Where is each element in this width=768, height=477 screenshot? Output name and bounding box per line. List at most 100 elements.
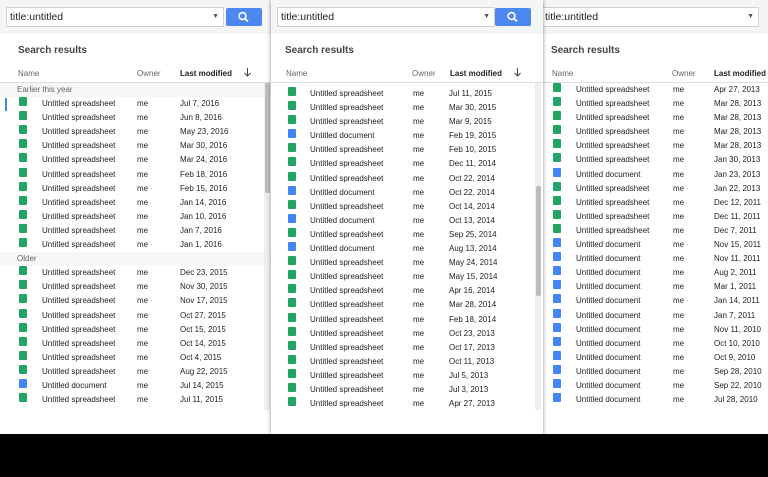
list-item[interactable]: Untitled document me Jul 14, 2015	[0, 378, 271, 393]
list-item[interactable]: Untitled document me Jan 7, 2011	[541, 308, 768, 323]
list-item[interactable]: Untitled spreadsheet me Mar 28, 2014	[271, 298, 543, 312]
search-input[interactable]: title:untitled ▼	[6, 7, 224, 27]
list-item[interactable]: Untitled spreadsheet me Oct 15, 2015	[0, 322, 271, 337]
list-item[interactable]: Untitled spreadsheet me Dec 11, 2014	[271, 157, 543, 171]
list-item[interactable]: Untitled spreadsheet me Apr 16, 2014	[271, 284, 543, 298]
list-item[interactable]: Untitled spreadsheet me Feb 10, 2015	[271, 143, 543, 157]
list-item[interactable]: Untitled spreadsheet me Mar 28, 2013	[541, 125, 768, 139]
list-item[interactable]: Untitled spreadsheet me Apr 27, 2013	[541, 83, 768, 97]
list-item[interactable]: Untitled document me Sep 28, 2010	[541, 364, 768, 379]
list-item[interactable]: Untitled spreadsheet me Jan 14, 2016	[0, 195, 271, 210]
list-item[interactable]: Untitled document me Jul 28, 2010	[541, 393, 768, 407]
list-item[interactable]: Untitled spreadsheet me Mar 28, 2013	[541, 139, 768, 153]
list-item[interactable]: Untitled spreadsheet me May 15, 2014	[271, 270, 543, 284]
file-modified-date: Dec 12, 2011	[714, 197, 761, 207]
sort-arrow-down-icon[interactable]	[513, 67, 522, 77]
list-item[interactable]: Untitled spreadsheet me Jul 11, 2015	[0, 393, 271, 407]
list-item[interactable]: Untitled document me Nov 11, 2011	[541, 252, 768, 266]
list-item[interactable]: Untitled spreadsheet me Feb 15, 2016	[0, 181, 271, 196]
list-item[interactable]: Untitled spreadsheet me Jun 8, 2016	[0, 111, 271, 125]
list-item[interactable]: Untitled spreadsheet me Oct 14, 2014	[271, 199, 543, 214]
list-item[interactable]: Untitled spreadsheet me Dec 23, 2015	[0, 266, 271, 280]
list-item[interactable]: Untitled spreadsheet me Mar 30, 2015	[271, 101, 543, 115]
list-item[interactable]: Untitled spreadsheet me Oct 14, 2015	[0, 336, 271, 351]
list-item[interactable]: Untitled spreadsheet me Dec 7, 2011	[541, 223, 768, 238]
dropdown-arrow-icon[interactable]: ▼	[747, 8, 754, 26]
column-owner-header[interactable]: Owner	[672, 69, 696, 78]
list-item[interactable]: Untitled spreadsheet me Dec 12, 2011	[541, 195, 768, 210]
list-item[interactable]: Untitled document me Nov 11, 2010	[541, 322, 768, 337]
file-owner: me	[413, 384, 425, 394]
list-item[interactable]: Untitled spreadsheet me Mar 30, 2016	[0, 139, 271, 153]
search-button[interactable]	[495, 8, 531, 26]
list-item[interactable]: Untitled spreadsheet me Oct 4, 2015	[0, 350, 271, 365]
list-item[interactable]: Untitled spreadsheet me Jul 5, 2013	[271, 368, 543, 383]
list-item[interactable]: Untitled spreadsheet me May 23, 2016	[0, 125, 271, 139]
list-item[interactable]: Untitled spreadsheet me May 24, 2014	[271, 256, 543, 270]
list-item[interactable]: Untitled spreadsheet me Mar 28, 2013	[541, 111, 768, 125]
search-button[interactable]	[226, 8, 262, 26]
dropdown-arrow-icon[interactable]: ▼	[212, 8, 219, 26]
list-item[interactable]: Untitled spreadsheet me Feb 18, 2014	[271, 312, 543, 327]
list-item[interactable]: Untitled document me Oct 22, 2014	[271, 185, 543, 200]
list-item[interactable]: Untitled spreadsheet me Jul 7, 2016	[0, 97, 271, 112]
sort-arrow-down-icon[interactable]	[243, 67, 252, 77]
list-item[interactable]: Untitled spreadsheet me Jul 11, 2015	[271, 87, 543, 101]
column-modified-header[interactable]: Last modified	[714, 69, 766, 78]
column-owner-header[interactable]: Owner	[412, 69, 436, 78]
file-name: Untitled spreadsheet	[42, 211, 116, 221]
scrollbar[interactable]	[265, 83, 270, 193]
list-item[interactable]: Untitled document me Aug 2, 2011	[541, 266, 768, 280]
list-item[interactable]: Untitled spreadsheet me Mar 9, 2015	[271, 115, 543, 129]
list-item[interactable]: Untitled document me Oct 9, 2010	[541, 350, 768, 365]
list-item[interactable]: Untitled spreadsheet me Oct 17, 2013	[271, 340, 543, 355]
list-item[interactable]: Untitled spreadsheet me Apr 27, 2013	[271, 397, 543, 411]
list-item[interactable]: Untitled document me Aug 13, 2014	[271, 242, 543, 256]
list-item[interactable]: Untitled document me Sep 22, 2010	[541, 378, 768, 393]
list-item[interactable]: Untitled document me Nov 15, 2011	[541, 238, 768, 252]
list-item[interactable]: Untitled spreadsheet me Feb 18, 2016	[0, 167, 271, 182]
list-item[interactable]: Untitled spreadsheet me Dec 11, 2011	[541, 209, 768, 224]
list-item[interactable]: Untitled spreadsheet me Nov 17, 2015	[0, 294, 271, 308]
file-owner: me	[413, 117, 425, 127]
column-name-header[interactable]: Name	[18, 69, 39, 78]
list-item[interactable]: Untitled document me Jan 14, 2011	[541, 294, 768, 308]
list-item[interactable]: Untitled document me Oct 13, 2014	[271, 213, 543, 228]
column-name-header[interactable]: Name	[286, 69, 307, 78]
document-icon	[553, 322, 561, 332]
file-modified-date: Jul 28, 2010	[714, 395, 758, 405]
file-name: Untitled spreadsheet	[310, 117, 384, 127]
list-item[interactable]: Untitled spreadsheet me Oct 22, 2014	[271, 171, 543, 186]
list-item[interactable]: Untitled spreadsheet me Oct 23, 2013	[271, 326, 543, 341]
list-item[interactable]: Untitled spreadsheet me Aug 22, 2015	[0, 364, 271, 379]
list-item[interactable]: Untitled document me Jan 23, 2013	[541, 167, 768, 182]
list-item[interactable]: Untitled spreadsheet me Jan 22, 2013	[541, 181, 768, 196]
list-item[interactable]: Untitled spreadsheet me Mar 28, 2013	[541, 97, 768, 111]
list-item[interactable]: Untitled spreadsheet me Jan 10, 2016	[0, 209, 271, 224]
search-input[interactable]: title:untitled ▼	[277, 7, 495, 27]
list-item[interactable]: Untitled spreadsheet me Jul 3, 2013	[271, 382, 543, 397]
file-owner: me	[137, 155, 149, 165]
list-item[interactable]: Untitled spreadsheet me Oct 27, 2015	[0, 308, 271, 323]
list-item[interactable]: Untitled spreadsheet me Jan 30, 2013	[541, 153, 768, 167]
search-bar: title:untitled ▼	[541, 0, 768, 34]
list-item[interactable]: Untitled spreadsheet me Sep 25, 2014	[271, 227, 543, 242]
column-name-header[interactable]: Name	[552, 69, 573, 78]
column-owner-header[interactable]: Owner	[137, 69, 161, 78]
list-item[interactable]: Untitled document me Oct 10, 2010	[541, 336, 768, 351]
list-item[interactable]: Untitled spreadsheet me Nov 30, 2015	[0, 280, 271, 294]
document-icon	[553, 294, 561, 304]
list-item[interactable]: Untitled spreadsheet me Mar 24, 2016	[0, 153, 271, 167]
column-modified-header[interactable]: Last modified	[180, 69, 232, 78]
dropdown-arrow-icon[interactable]: ▼	[483, 8, 490, 26]
column-modified-header[interactable]: Last modified	[450, 69, 502, 78]
list-item[interactable]: Untitled spreadsheet me Oct 11, 2013	[271, 354, 543, 369]
search-input[interactable]: title:untitled ▼	[541, 7, 759, 27]
list-item[interactable]: Untitled document me Feb 19, 2015	[271, 129, 543, 143]
list-item[interactable]: Untitled document me Mar 1, 2011	[541, 280, 768, 294]
results-list: Earlier this year Untitled spreadsheet me J…	[0, 83, 271, 407]
list-item[interactable]: Untitled spreadsheet me Jan 7, 2016	[0, 223, 271, 238]
search-input-text: title:untitled	[281, 11, 335, 23]
scrollbar[interactable]	[536, 186, 541, 296]
list-item[interactable]: Untitled spreadsheet me Jan 1, 2016	[0, 238, 271, 252]
